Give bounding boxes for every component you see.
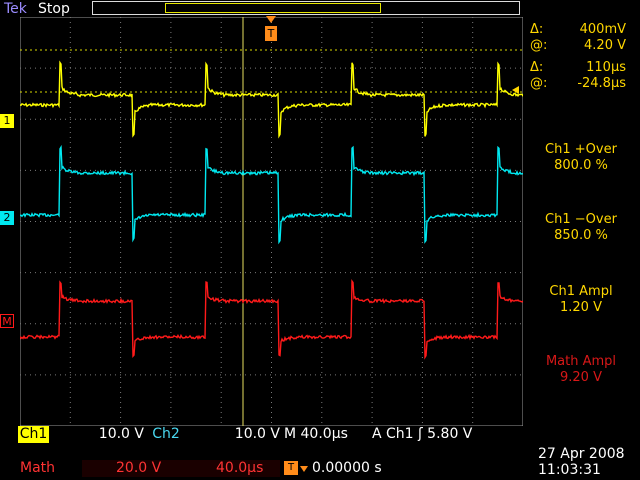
math-label[interactable]: Math <box>20 460 55 477</box>
measure-2-value: 850.0 % <box>554 228 608 243</box>
ch1-scale: 10.0 V <box>98 426 144 442</box>
channel-status-bar: Ch1 10.0 V Ch2 10.0 V M 40.0µs A Ch1 ʃ 5… <box>18 426 526 443</box>
ch2-scale: 10.0 V <box>234 426 280 442</box>
ch2-label[interactable]: Ch2 <box>150 426 182 443</box>
measure-1-label: Ch1 +Over <box>545 142 617 157</box>
record-view-window[interactable] <box>165 3 381 13</box>
arrow-down-icon <box>300 466 308 472</box>
ch2-ground-marker[interactable]: 2 <box>0 211 14 225</box>
measure-1-value: 800.0 % <box>554 158 608 173</box>
measure-2-label: Ch1 −Over <box>545 212 617 227</box>
time-readout: 11:03:31 <box>538 462 601 478</box>
measure-3-label: Ch1 Ampl <box>549 284 613 299</box>
math-timebase: 40.0µs <box>216 460 264 476</box>
measure-3-value: 1.20 V <box>560 300 602 315</box>
ch1-ground-marker[interactable]: 1 <box>0 114 14 128</box>
measure-4-label: Math Ampl <box>545 354 617 369</box>
measurement-panel: Δ: 400mV @: 4.20 V Δ: 110µs @: -24.8µs C… <box>526 20 640 410</box>
ch1-label[interactable]: Ch1 <box>18 426 49 443</box>
trigger-position-icon: T <box>284 461 298 475</box>
measure-4-value: 9.20 V <box>560 370 602 385</box>
brand-logo: Tek <box>4 1 27 17</box>
math-scale: 20.0 V <box>116 460 162 476</box>
waveform-display[interactable] <box>20 17 523 426</box>
math-status-bar: Math 20.0 V 40.0µs T 0.00000 s 27 Apr 20… <box>0 446 640 480</box>
trigger-level-icon[interactable] <box>512 86 519 94</box>
trigger-position-value[interactable]: 0.00000 s <box>312 460 382 477</box>
timebase-readout[interactable]: M 40.0µs <box>284 426 364 443</box>
date-readout: 27 Apr 2008 <box>538 446 625 462</box>
acquisition-state: Stop <box>38 1 70 17</box>
trigger-position-marker[interactable]: T <box>265 26 277 41</box>
math-ground-marker[interactable]: M <box>0 314 14 328</box>
trigger-arrow-icon <box>266 16 276 23</box>
top-status-bar: Tek Stop <box>0 0 640 18</box>
trigger-readout[interactable]: A Ch1 ʃ 5.80 V <box>372 426 526 443</box>
